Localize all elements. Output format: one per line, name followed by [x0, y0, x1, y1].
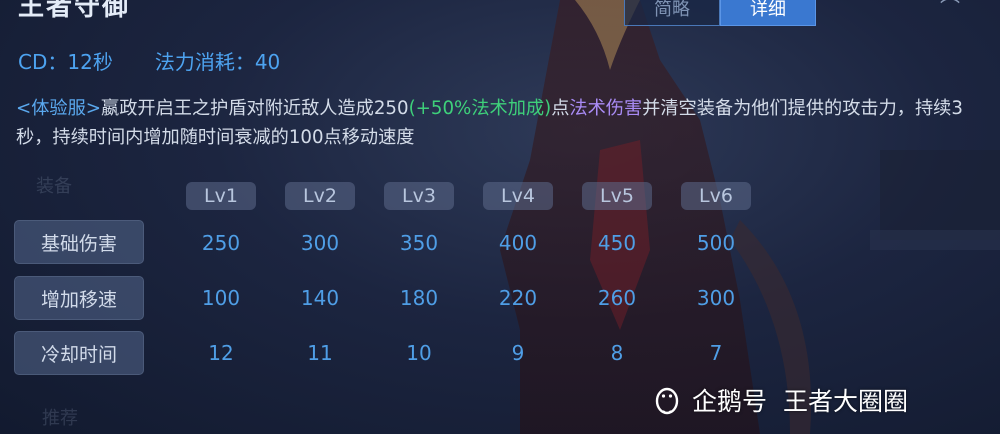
base-damage-lv2: 300 [300, 231, 340, 255]
move-speed-lv4: 220 [498, 286, 538, 310]
ghost-label-top: 装备 [36, 176, 72, 197]
move-speed-lv2: 140 [300, 286, 340, 310]
tab-detail[interactable]: 详细 [720, 0, 816, 26]
row-label-move-speed: 增加移速 [14, 276, 144, 320]
level-header-4: Lv4 [483, 182, 553, 210]
level-header-6: Lv6 [681, 182, 751, 210]
watermark: 企鹅号 王者大圈圈 [652, 382, 908, 418]
skill-stats: CD：12秒 法力消耗：40 [18, 46, 280, 75]
cooldown-lv4: 9 [511, 341, 525, 365]
base-damage-lv1: 250 [201, 231, 241, 255]
row-label-cooldown: 冷却时间 [14, 331, 144, 375]
tab-brief[interactable]: 简略 [624, 0, 720, 26]
base-damage-lv3: 350 [399, 231, 439, 255]
skill-title: 王者守御 [18, 0, 131, 22]
watermark-platform: 企鹅号 [692, 387, 768, 416]
level-header-2: Lv2 [285, 182, 355, 210]
cooldown-lv1: 12 [208, 341, 234, 365]
base-damage-lv5: 450 [597, 231, 637, 255]
watermark-author: 王者大圈圈 [783, 387, 909, 416]
level-header-3: Lv3 [384, 182, 454, 210]
penguin-icon [655, 387, 679, 415]
cooldown-lv5: 8 [610, 341, 624, 365]
base-damage-lv4: 400 [498, 231, 538, 255]
description-text-1: 嬴政开启王之护盾对附近敌人造成250 [101, 98, 409, 119]
server-tag: <体验服> [16, 98, 102, 119]
mode-tabs: 简略 详细 [624, 0, 816, 26]
cooldown-lv3: 10 [406, 341, 432, 365]
skill-description: <体验服>嬴政开启王之护盾对附近敌人造成250(+50%法术加成)点法术伤害并清… [16, 94, 996, 152]
move-speed-lv5: 260 [597, 286, 637, 310]
level-header-1: Lv1 [186, 182, 256, 210]
cooldown-stat: CD：12秒 [18, 50, 113, 74]
ghost-label-bottom: 推荐 [42, 408, 78, 429]
description-text-2: 点 [551, 98, 570, 119]
cooldown-lv2: 11 [307, 341, 333, 365]
corner-icon: ⌒ [940, 0, 960, 20]
level-header-5: Lv5 [582, 182, 652, 210]
damage-type-text: 法术伤害 [569, 98, 643, 119]
row-label-base-damage: 基础伤害 [14, 220, 144, 264]
mana-cost-stat: 法力消耗：40 [154, 50, 281, 74]
cooldown-lv6: 7 [709, 341, 723, 365]
move-speed-lv6: 300 [696, 286, 736, 310]
move-speed-lv3: 180 [399, 286, 439, 310]
bonus-text: (+50%法术加成) [408, 98, 552, 119]
base-damage-lv6: 500 [696, 231, 736, 255]
move-speed-lv1: 100 [201, 286, 241, 310]
